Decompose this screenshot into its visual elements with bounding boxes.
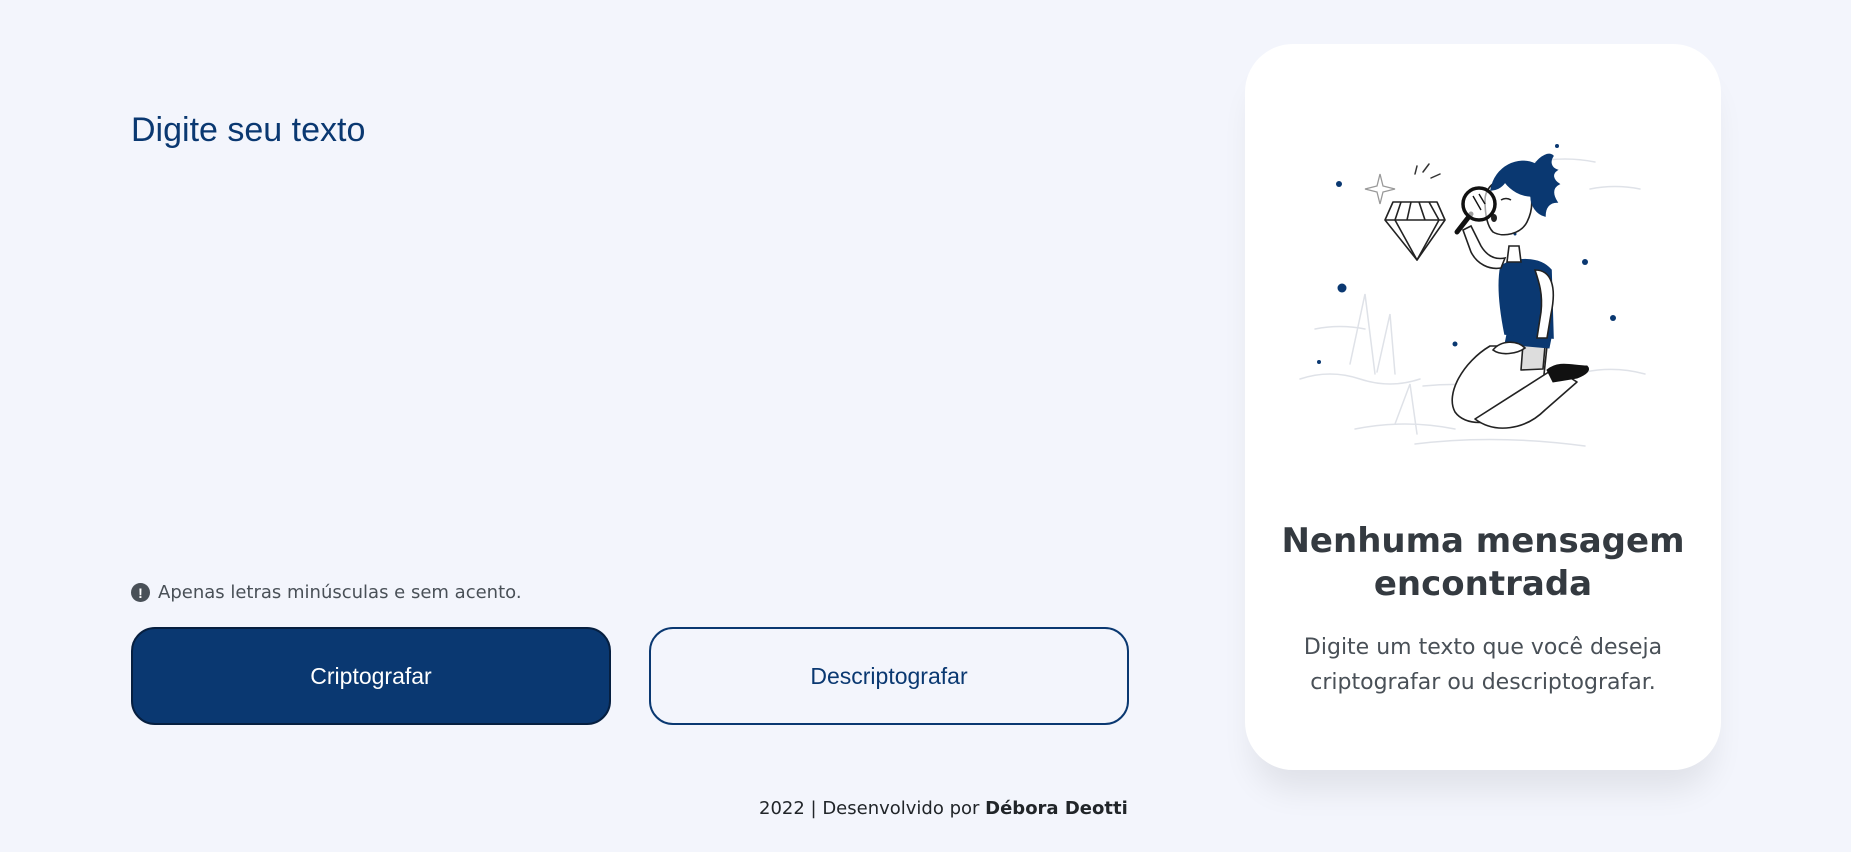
encrypt-button[interactable]: Criptografar [131, 627, 611, 725]
hint-text: Apenas letras minúsculas e sem acento. [158, 582, 522, 603]
input-hint: ! Apenas letras minúsculas e sem acento. [131, 582, 522, 603]
card-subtitle: Digite um texto que você deseja criptogr… [1303, 635, 1663, 696]
message-input[interactable] [131, 108, 1111, 558]
card-title: Nenhuma mensagem encontrada [1281, 521, 1685, 604]
boy-with-magnifying-glass-illustration [1299, 144, 1646, 447]
decrypt-button[interactable]: Descriptografar [649, 627, 1129, 725]
result-card: Nenhuma mensagem encontrada Digite um te… [1245, 44, 1721, 770]
footer: 2022 | Desenvolvido por Débora Deotti [759, 798, 1128, 819]
footer-author: Débora Deotti [985, 798, 1128, 819]
footer-text: 2022 | Desenvolvido por [759, 798, 986, 819]
exclamation-circle-icon: ! [131, 583, 150, 602]
